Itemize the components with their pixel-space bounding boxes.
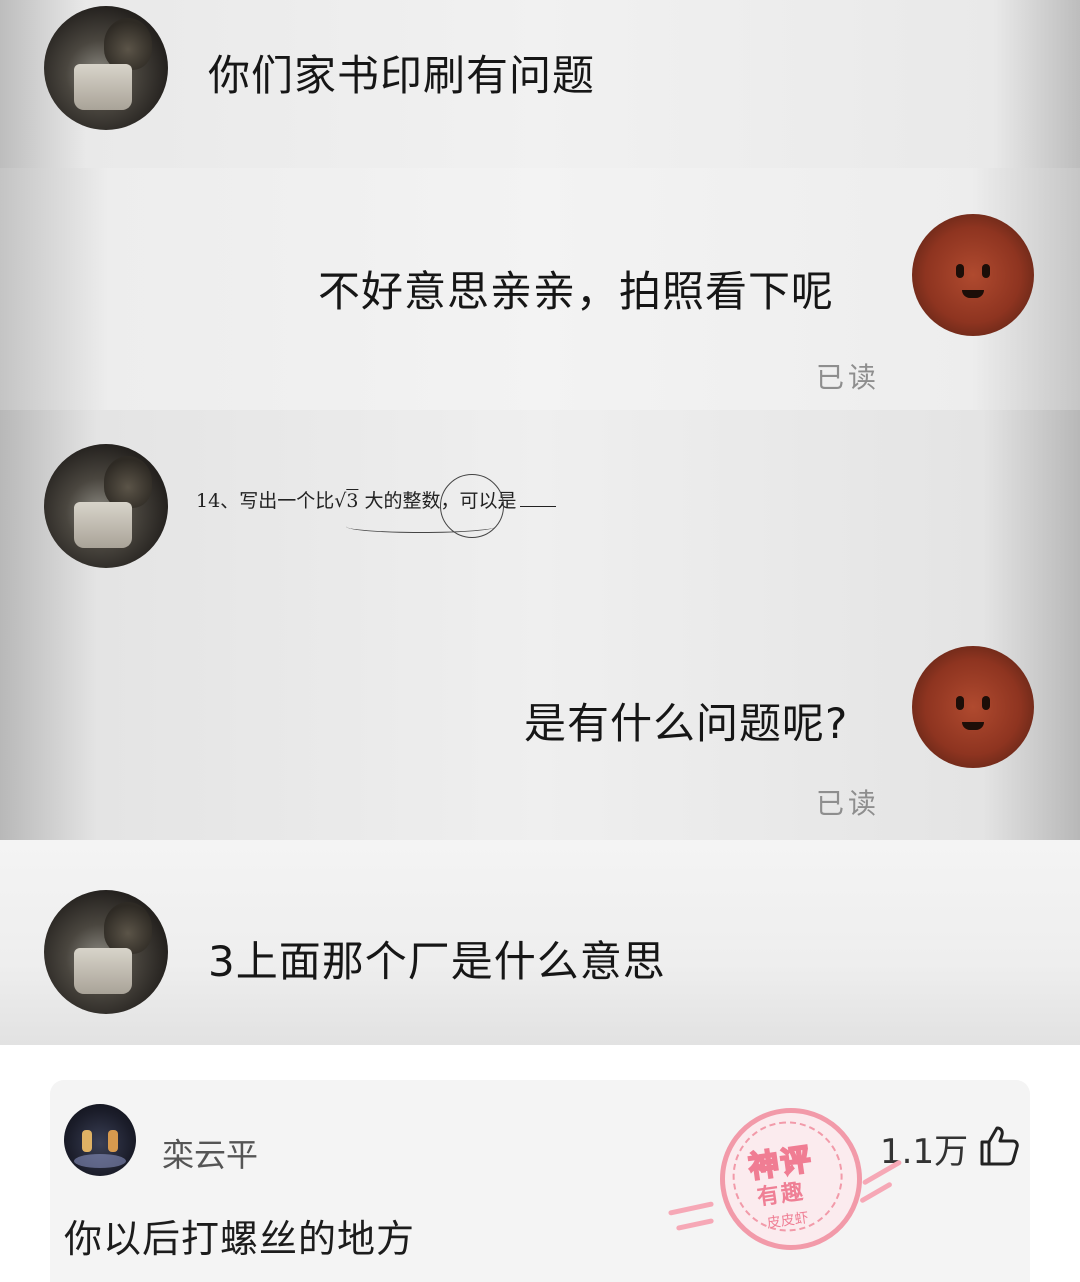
comment-text: 你以后打螺丝的地方 <box>64 1217 416 1261</box>
avatar-eye <box>982 264 990 278</box>
customer-message: 你们家书印刷有问题 <box>208 51 596 100</box>
avatar-mouth <box>962 722 984 730</box>
commenter-avatar[interactable] <box>64 1104 136 1176</box>
math-problem-photo: 14、写出一个比√3 大的整数，可以是 <box>196 474 666 538</box>
answer-blank <box>520 506 557 507</box>
radicand: 3 <box>346 490 359 512</box>
avatar-mouth <box>962 290 984 298</box>
commenter-username[interactable]: 栾云平 <box>162 1130 258 1176</box>
stamp-subtitle: 有趣 <box>755 1179 807 1211</box>
pot-shape <box>74 64 132 110</box>
seller-message: 不好意思亲亲，拍照看下呢 <box>318 267 835 316</box>
customer-avatar <box>44 444 168 568</box>
problem-number: 14、 <box>196 490 240 512</box>
chat-band <box>0 410 1080 840</box>
avatar-eye <box>982 696 990 710</box>
thumbs-up-icon[interactable] <box>976 1124 1020 1168</box>
plant-shape <box>104 902 152 954</box>
pot-shape <box>74 948 132 994</box>
seller-avatar <box>912 214 1034 336</box>
avatar-glow <box>74 1154 126 1168</box>
read-status: 已读 <box>816 787 881 820</box>
avatar-figure <box>108 1130 118 1152</box>
read-status: 已读 <box>816 361 881 394</box>
chat-screenshot: 你们家书印刷有问题 不好意思亲亲，拍照看下呢 已读 14、写出一个比√3 大的整… <box>0 0 1080 1045</box>
comment-card[interactable]: 栾云平 你以后打螺丝的地方 1.1万 <box>50 1080 1030 1282</box>
customer-avatar <box>44 890 168 1014</box>
pot-shape <box>74 502 132 548</box>
plant-shape <box>104 456 152 508</box>
avatar-eye <box>956 696 964 710</box>
avatar-eye <box>956 264 964 278</box>
seller-avatar <box>912 646 1034 768</box>
plant-shape <box>104 18 152 70</box>
customer-avatar <box>44 6 168 130</box>
seller-message: 是有什么问题呢? <box>524 699 849 748</box>
problem-text-pre: 写出一个比 <box>239 490 335 512</box>
avatar-figure <box>82 1130 92 1152</box>
customer-message: 3上面那个厂是什么意思 <box>208 937 666 986</box>
handwritten-underline <box>346 520 496 533</box>
radical-sign: √ <box>334 490 347 512</box>
